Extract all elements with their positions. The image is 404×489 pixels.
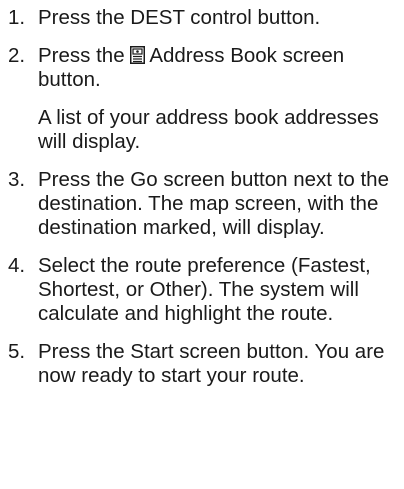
step-text: Press the Start screen button. You are n… <box>38 340 385 387</box>
step-4: 4. Select the route preference (Fastest,… <box>8 254 400 326</box>
step-body: Press the Go screen button next to the d… <box>38 168 400 240</box>
step-text: Press the DEST control button. <box>38 6 321 29</box>
instruction-list: 1. Press the DEST control button. 2. Pre… <box>8 6 400 402</box>
step-text: Press the Go screen button next to the d… <box>38 168 389 239</box>
step-5: 5. Press the Start screen button. You ar… <box>8 340 400 388</box>
step-number: 4. <box>8 254 26 277</box>
step-number: 3. <box>8 168 26 191</box>
step-1: 1. Press the DEST control button. <box>8 6 400 30</box>
step-number: 5. <box>8 340 26 363</box>
step-note: A list of your address book addresses wi… <box>38 106 379 153</box>
step-body: Press the Address Book screen button. A … <box>38 44 400 154</box>
step-body: Select the route preference (Fastest, Sh… <box>38 254 400 326</box>
step-3: 3. Press the Go screen button next to th… <box>8 168 400 240</box>
step-2: 2. Press the Address Book screen button.… <box>8 44 400 154</box>
step-body: Press the DEST control button. <box>38 6 400 30</box>
address-book-icon <box>130 46 146 64</box>
step-number: 2. <box>8 44 26 67</box>
step-body: Press the Start screen button. You are n… <box>38 340 400 388</box>
step-text: Press the Address Book screen button. <box>38 44 400 92</box>
step-text-before-icon: Press the <box>38 44 125 67</box>
step-text: Select the route preference (Fastest, Sh… <box>38 254 371 325</box>
step-number: 1. <box>8 6 26 29</box>
